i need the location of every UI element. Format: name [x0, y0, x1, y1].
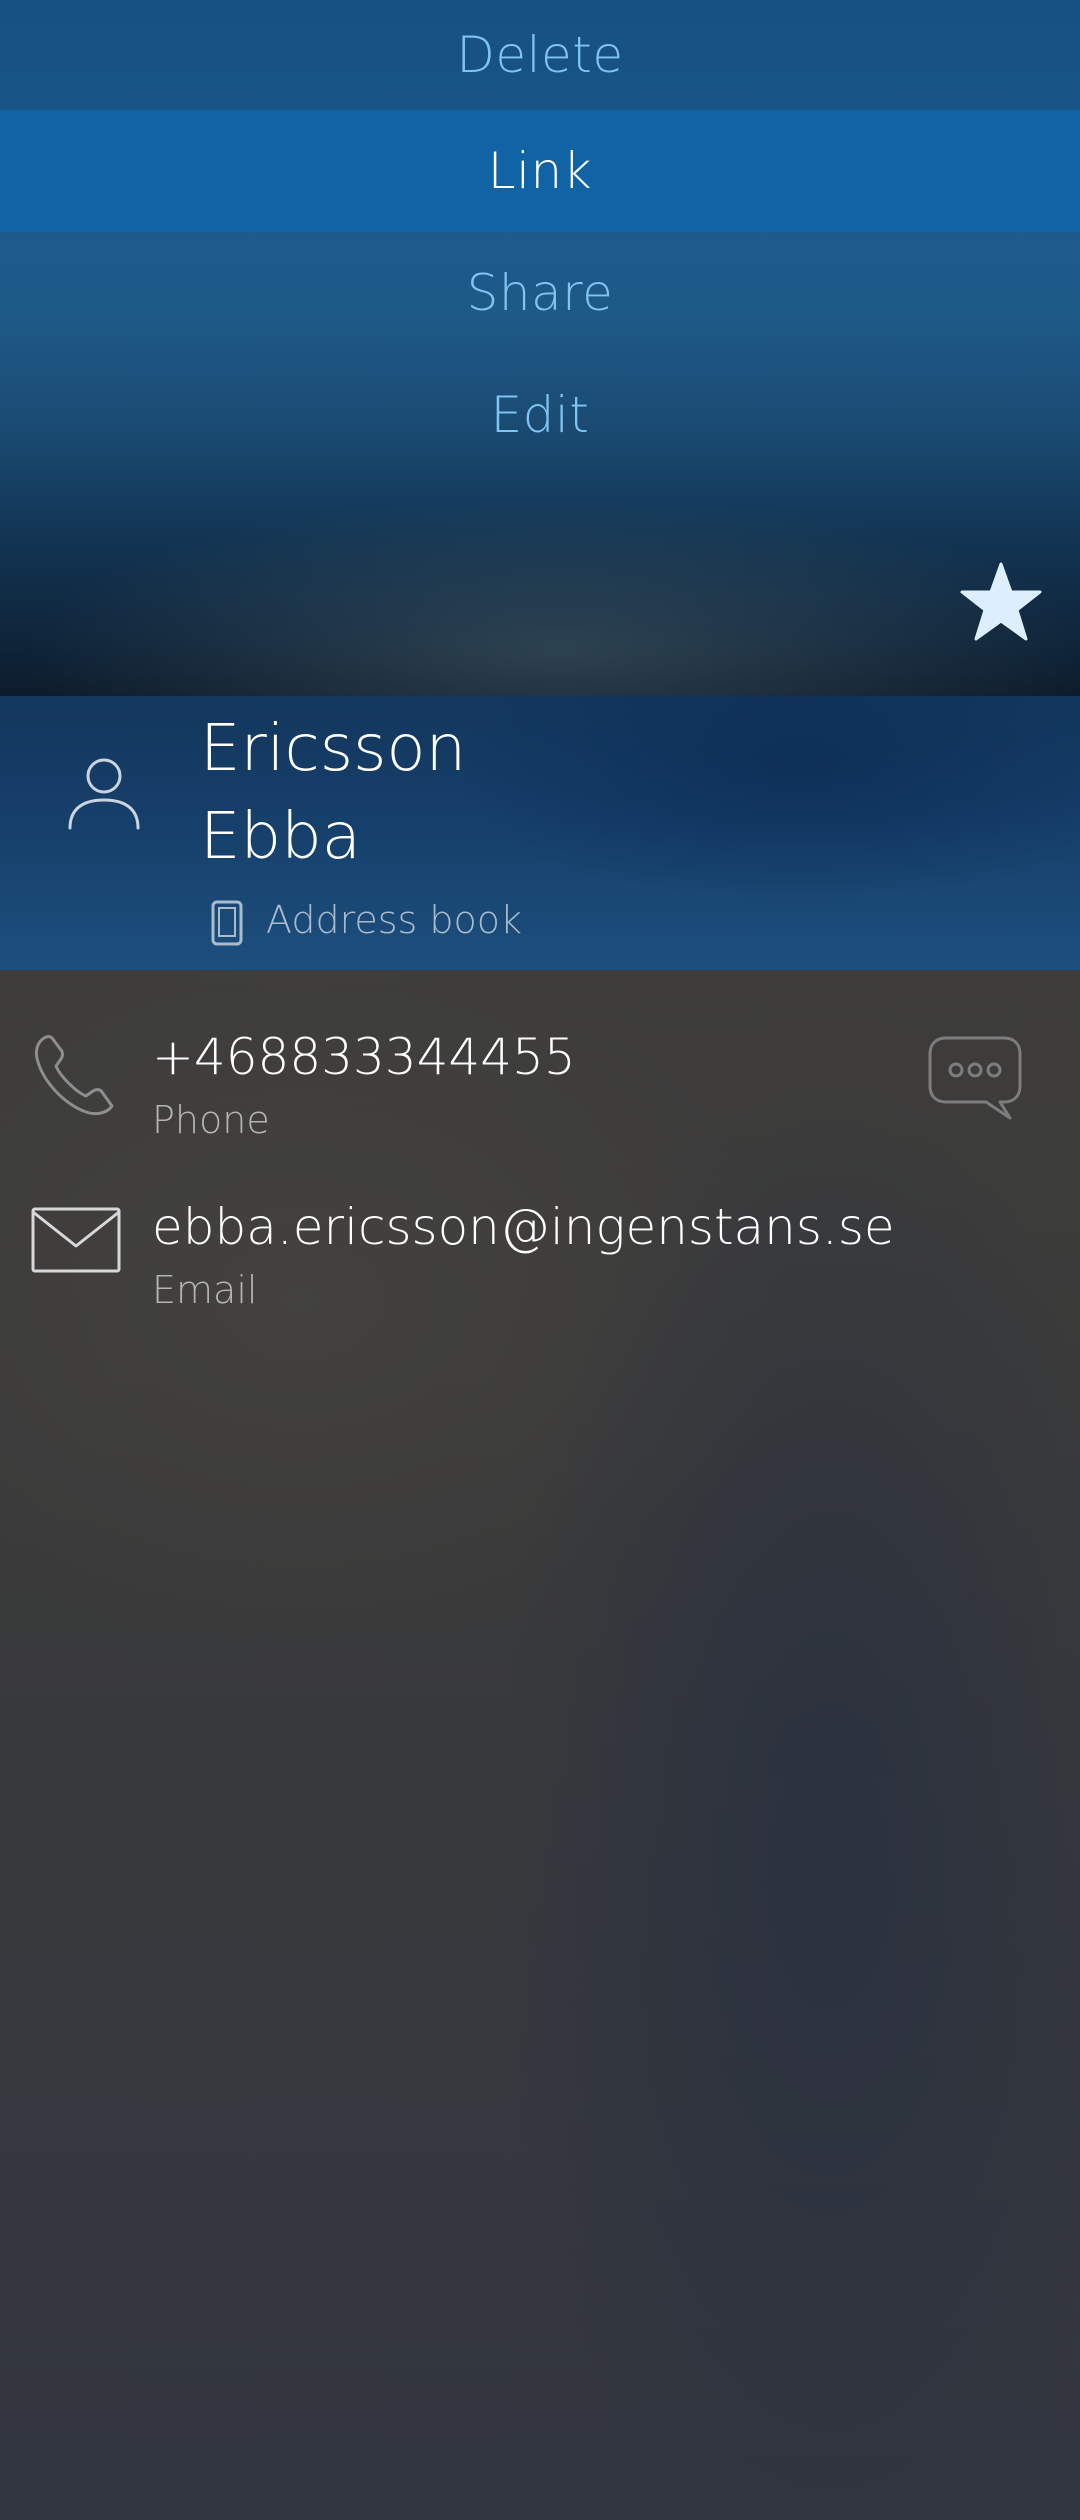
contact-card-page: Delete Link Share Edit Ericsson Ebba Add… — [0, 0, 1080, 2520]
contact-last-name: Ericsson — [200, 712, 467, 786]
envelope-icon[interactable] — [30, 1206, 122, 1276]
message-bubble-icon[interactable] — [926, 1034, 1024, 1122]
contact-first-name: Ebba — [200, 800, 361, 874]
menu-item-delete[interactable]: Delete — [0, 0, 1080, 110]
phone-number[interactable]: +468833344455 — [152, 1028, 576, 1086]
contact-source-label: Address book — [266, 898, 523, 942]
email-detail-row[interactable]: ebba.ericsson@ingenstans.se Email — [0, 1190, 1080, 1340]
menu-item-link[interactable]: Link — [0, 110, 1080, 232]
phone-type-label: Phone — [152, 1098, 270, 1142]
star-icon[interactable] — [960, 562, 1042, 642]
phone-device-icon — [211, 900, 243, 946]
menu-item-share[interactable]: Share — [0, 232, 1080, 354]
phone-detail-row[interactable]: +468833344455 Phone — [0, 1020, 1080, 1170]
phone-icon[interactable] — [30, 1028, 122, 1120]
menu-item-edit[interactable]: Edit — [0, 354, 1080, 476]
email-type-label: Email — [152, 1268, 258, 1312]
email-address[interactable]: ebba.ericsson@ingenstans.se — [152, 1198, 895, 1256]
person-icon — [68, 758, 140, 830]
pulley-menu: Delete Link Share Edit — [0, 0, 1080, 696]
contact-header: Ericsson Ebba Address book — [0, 696, 1080, 970]
